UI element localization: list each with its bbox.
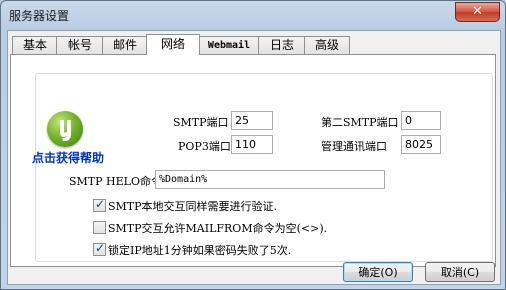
tab-network[interactable]: 网络 [146,34,200,55]
checkbox-label: SMTP交互允许MAILFROM命令为空(<>). [108,222,328,235]
checkbox-label: 锁定IP地址1分钟如果密码失败了5次. [108,244,292,257]
helo-field[interactable]: %Domain% [155,170,385,189]
second-smtp-port-field[interactable]: 0 [401,111,441,130]
ok-button[interactable]: 确定(O) [343,262,413,282]
smtp-port-field[interactable]: 25 [231,111,273,130]
tab-basic[interactable]: 基本 [12,36,58,54]
title-bar[interactable]: 服务器设置 ✕ [1,1,505,29]
second-smtp-port-label: 第二SMTP端口 [321,116,399,129]
tab-accounts[interactable]: 帐号 [56,36,104,54]
tab-log[interactable]: 日志 [258,36,306,54]
checkbox-box[interactable]: ✓ [93,197,106,212]
tab-mail[interactable]: 邮件 [102,36,148,54]
pop3-port-field[interactable]: 110 [231,135,273,154]
checkmark-icon: ✓ [95,241,106,255]
admin-port-label: 管理通讯端口 [321,140,387,153]
checkbox-label: SMTP本地交互同样需要进行验证. [108,200,278,213]
admin-port-field[interactable]: 8025 [401,135,441,154]
checkbox-box[interactable] [93,221,106,234]
checkmark-icon: ✓ [95,197,106,211]
close-button[interactable]: ✕ [455,2,500,22]
help-logo-icon[interactable] [47,111,83,147]
window-title: 服务器设置 [9,9,70,23]
cancel-button[interactable]: 取消(C) [425,262,495,282]
tab-advanced[interactable]: 高级 [304,36,350,54]
network-tab-page: 点击获得帮助 SMTP端口 25 第二SMTP端口 0 POP3端口 110 管… [10,54,496,267]
pop3-port-label: POP3端口 [178,140,231,153]
tab-webmail[interactable]: Webmail [198,36,260,54]
settings-window: 服务器设置 ✕ 基本 帐号 邮件 网络 Webmail 日志 高级 点击获得帮助… [0,0,506,290]
helo-label: SMTP HELO命令 [69,175,162,188]
checkbox-box[interactable]: ✓ [93,241,106,256]
help-link[interactable]: 点击获得帮助 [25,149,111,166]
dialog-client: 基本 帐号 邮件 网络 Webmail 日志 高级 点击获得帮助 SMTP端口 … [7,30,501,285]
smtp-port-label: SMTP端口 [173,116,229,129]
